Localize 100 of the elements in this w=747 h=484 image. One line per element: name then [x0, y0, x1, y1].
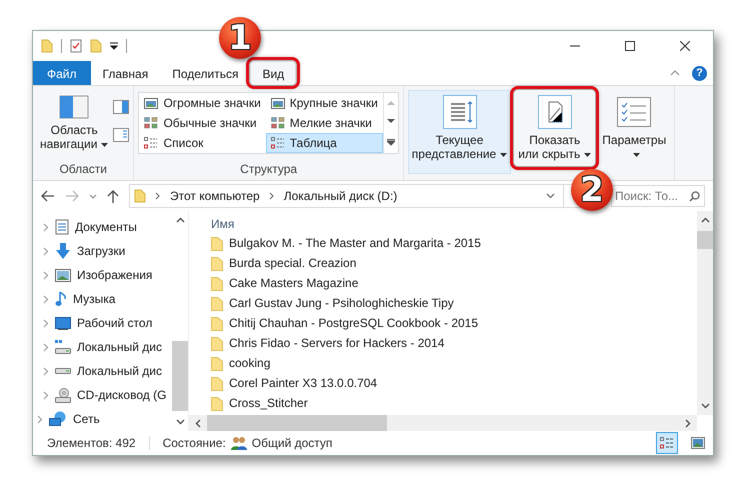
folder-icon [211, 356, 223, 370]
caret-icon [500, 152, 508, 157]
nav-item[interactable]: Сеть [73, 412, 100, 426]
expand-icon[interactable] [43, 318, 49, 328]
scroll-right-icon[interactable] [685, 418, 691, 428]
scrollbar-thumb[interactable] [172, 341, 188, 411]
ribbon-tab[interactable]: Главная [90, 61, 160, 85]
drive-icon [55, 368, 71, 374]
scroll-up-icon[interactable] [176, 217, 184, 223]
ribbon-tab[interactable]: Поделиться [160, 61, 250, 85]
layout-option[interactable]: Обычные значки [139, 113, 266, 133]
chevron-right-icon[interactable] [155, 192, 161, 200]
expand-gallery-icon[interactable] [386, 138, 395, 146]
ribbon-button[interactable]: Параметры [598, 90, 670, 166]
address-bar[interactable]: Этот компьютер Локальный диск (D:) [129, 184, 564, 208]
expand-icon[interactable] [43, 294, 49, 304]
page-icon [538, 95, 572, 129]
folder-icon [211, 376, 223, 390]
scroll-down-icon[interactable] [700, 403, 710, 409]
chevron-right-icon[interactable] [268, 192, 275, 200]
group-label: Структура [239, 162, 298, 178]
sort-list-icon [442, 95, 476, 129]
customize-dropdown-icon[interactable] [110, 42, 118, 50]
list-icon [144, 137, 158, 149]
navigation-pane-button[interactable]: Область навигации [37, 90, 112, 156]
folder-icon [211, 256, 223, 270]
expand-icon[interactable] [43, 390, 49, 400]
folder-icon [211, 336, 223, 350]
ribbon-button[interactable]: Текущее представление [408, 90, 512, 174]
layout-option[interactable]: Огромные значки [139, 93, 266, 113]
scroll-up-icon[interactable] [700, 217, 710, 223]
users-icon [230, 436, 247, 450]
ribbon-tab[interactable]: Файл [33, 61, 91, 85]
expand-icon[interactable] [43, 342, 49, 352]
group-label: Области [58, 162, 108, 178]
scrollbar-thumb[interactable] [697, 231, 713, 249]
checklist-icon [617, 95, 652, 129]
cd-drive-icon [55, 388, 71, 402]
layout-option[interactable]: Таблица [266, 133, 383, 153]
expand-icon[interactable] [43, 246, 49, 256]
expand-icon[interactable] [37, 414, 43, 424]
picture-icon [691, 437, 705, 449]
item-count: Элементов: 492 [47, 436, 136, 450]
nav-item[interactable]: Изображения [77, 268, 152, 282]
preview-pane-icon[interactable] [113, 100, 130, 114]
expand-icon[interactable] [43, 366, 49, 376]
caret-icon [101, 142, 108, 147]
folder-name[interactable]: Chris Fidao - Servers for Hackers - 2014 [229, 336, 444, 350]
nav-item[interactable]: Рабочий стол [77, 316, 152, 330]
details-pane-icon[interactable] [113, 128, 130, 142]
layout-option[interactable]: Мелкие значки [266, 113, 383, 133]
help-icon[interactable]: ? [692, 66, 707, 80]
up-icon[interactable] [107, 189, 119, 203]
folder-icon [211, 276, 223, 290]
properties-icon[interactable] [70, 39, 82, 53]
folder-name[interactable]: Chitij Chauhan - PostgreSQL Cookbook - 2015 [229, 316, 478, 330]
folder-name[interactable]: Carl Gustav Jung - Psihologhicheskie Tipy [229, 296, 454, 310]
collapse-ribbon-icon[interactable] [670, 70, 680, 76]
chevron-down-icon[interactable] [546, 193, 555, 199]
nav-item[interactable]: Локальный дис [77, 340, 162, 354]
scroll-down-icon[interactable] [386, 119, 395, 124]
nav-item[interactable]: Музыка [73, 292, 116, 306]
nav-item[interactable]: Локальный дис [77, 364, 162, 378]
ribbon-button[interactable]: Показать или скрыть [514, 90, 596, 166]
expand-icon[interactable] [43, 270, 49, 280]
network-icon [49, 411, 67, 427]
breadcrumb[interactable]: Локальный диск (D:) [284, 189, 398, 203]
music-note-icon [55, 291, 67, 307]
search-field[interactable]: Поиск: То... [611, 185, 705, 207]
close-icon[interactable] [680, 41, 690, 51]
scroll-down-icon[interactable] [176, 419, 184, 425]
picture-icon [55, 268, 71, 282]
scroll-left-icon[interactable] [195, 418, 201, 428]
drive-icon [55, 340, 71, 354]
document-icon [55, 219, 69, 235]
nav-item[interactable]: CD-дисковод (G [77, 388, 166, 402]
picture-icon [270, 98, 285, 108]
back-icon[interactable] [41, 190, 55, 202]
expand-icon[interactable] [43, 222, 49, 232]
grid-icon [270, 117, 285, 129]
folder-name[interactable]: cooking [229, 356, 270, 370]
layout-option[interactable]: Список [139, 133, 266, 153]
layout-option[interactable]: Крупные значки [266, 93, 383, 113]
nav-item[interactable]: Загрузки [77, 244, 126, 258]
scrollbar-thumb[interactable] [207, 415, 387, 431]
folder-name[interactable]: Burda special. Creazion [229, 256, 356, 270]
breadcrumb[interactable]: Этот компьютер [170, 189, 260, 203]
folder-name[interactable]: Cross_Stitcher [229, 396, 308, 410]
maximize-icon[interactable] [625, 41, 635, 51]
monitor-icon [55, 316, 71, 330]
folder-name[interactable]: Bulgakov M. - The Master and Margarita - 2015 [229, 236, 481, 250]
nav-item[interactable]: Документы [75, 220, 137, 234]
recent-locations-icon[interactable] [89, 194, 97, 198]
details-view-button[interactable] [656, 432, 678, 454]
down-arrow-icon [55, 243, 71, 259]
column-header[interactable]: Имя [211, 211, 697, 233]
caret-icon [632, 152, 640, 157]
state-value: Общий доступ [252, 436, 332, 450]
folder-name[interactable]: Corel Painter X3 13.0.0.704 [229, 376, 378, 390]
folder-name[interactable]: Cake Masters Magazine [229, 276, 358, 290]
